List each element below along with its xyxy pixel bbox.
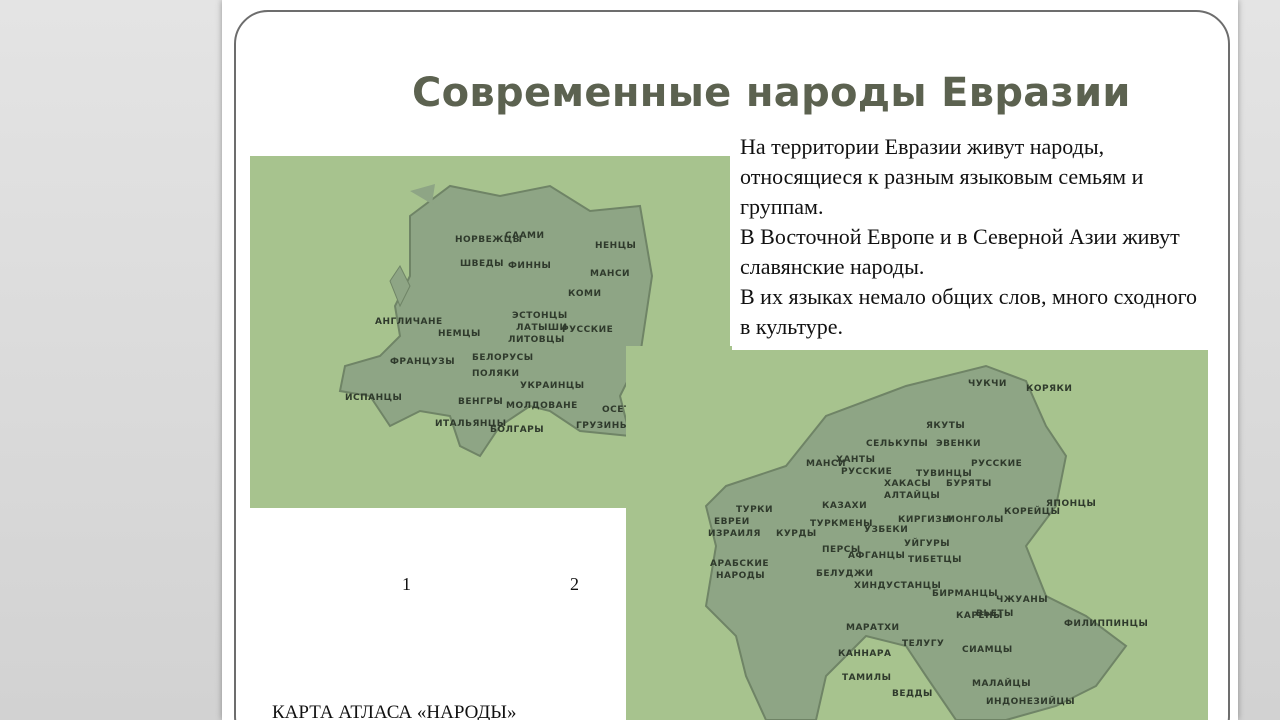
svg-text:ЕВРЕИ: ЕВРЕИ — [714, 517, 750, 527]
svg-text:ИЗРАИЛЯ: ИЗРАИЛЯ — [708, 529, 761, 539]
svg-text:КОРЕЙЦЫ: КОРЕЙЦЫ — [1004, 505, 1060, 517]
svg-text:РУССКИЕ: РУССКИЕ — [562, 325, 613, 335]
svg-text:ЧУКЧИ: ЧУКЧИ — [968, 379, 1007, 389]
svg-text:СИАМЦЫ: СИАМЦЫ — [962, 645, 1013, 655]
svg-text:УЗБЕКИ: УЗБЕКИ — [864, 525, 908, 535]
svg-text:БЕЛОРУСЫ: БЕЛОРУСЫ — [472, 353, 534, 363]
svg-text:КАЗАХИ: КАЗАХИ — [822, 501, 867, 511]
svg-text:ТАМИЛЫ: ТАМИЛЫ — [842, 673, 891, 683]
svg-text:БУРЯТЫ: БУРЯТЫ — [946, 479, 992, 489]
svg-text:АНГЛИЧАНЕ: АНГЛИЧАНЕ — [375, 317, 443, 327]
svg-text:ШВЕДЫ: ШВЕДЫ — [460, 259, 504, 269]
svg-text:ХАКАСЫ: ХАКАСЫ — [884, 479, 931, 489]
svg-text:КАРЕНЫ: КАРЕНЫ — [956, 611, 1003, 621]
svg-text:МАРАТХИ: МАРАТХИ — [846, 623, 900, 633]
svg-text:КОРЯКИ: КОРЯКИ — [1026, 384, 1072, 394]
svg-text:АРАБСКИЕ: АРАБСКИЕ — [710, 559, 769, 569]
asia-landmass: ЧУКЧИ КОРЯКИ ЯКУТЫ ЭВЕНКИ СЕЛЬКУПЫ ХАНТЫ… — [704, 364, 1148, 720]
svg-text:ИНДОНЕЗИЙЦЫ: ИНДОНЕЗИЙЦЫ — [986, 695, 1075, 707]
svg-text:ВЕДДЫ: ВЕДДЫ — [892, 689, 933, 699]
svg-text:ФРАНЦУЗЫ: ФРАНЦУЗЫ — [390, 357, 455, 367]
svg-text:КИРГИЗЫ: КИРГИЗЫ — [898, 515, 952, 525]
svg-text:ТИБЕТЦЫ: ТИБЕТЦЫ — [908, 555, 962, 565]
svg-text:УКРАИНЦЫ: УКРАИНЦЫ — [520, 381, 585, 391]
caption-area — [250, 508, 626, 720]
paragraph-3: В их языках немало общих слов, много схо… — [740, 284, 1198, 339]
svg-text:АФГАНЦЫ: АФГАНЦЫ — [848, 551, 905, 561]
svg-text:КОМИ: КОМИ — [568, 289, 602, 299]
svg-text:НЕМЦЫ: НЕМЦЫ — [438, 329, 481, 339]
svg-text:ЧЖУАНЫ: ЧЖУАНЫ — [996, 595, 1048, 605]
svg-text:АЛТАЙЦЫ: АЛТАЙЦЫ — [884, 489, 940, 501]
svg-text:БЕЛУДЖИ: БЕЛУДЖИ — [816, 569, 874, 579]
svg-text:ЛИТОВЦЫ: ЛИТОВЦЫ — [508, 335, 565, 345]
svg-text:ТЕЛУГУ: ТЕЛУГУ — [902, 639, 944, 649]
map-caption: КАРТА АТЛАСА «НАРОДЫ» — [272, 702, 517, 720]
svg-text:БОЛГАРЫ: БОЛГАРЫ — [490, 425, 544, 435]
svg-text:ФИННЫ: ФИННЫ — [508, 261, 551, 271]
map-number-2: 2 — [570, 574, 579, 594]
svg-text:МОЛДОВАНЕ: МОЛДОВАНЕ — [506, 401, 578, 411]
svg-text:ФИЛИППИНЦЫ: ФИЛИППИНЦЫ — [1064, 619, 1148, 629]
svg-text:ИСПАНЦЫ: ИСПАНЦЫ — [345, 393, 402, 403]
svg-text:КУРДЫ: КУРДЫ — [776, 529, 817, 539]
slide-text-box[interactable]: На территории Евразии живут народы, отно… — [732, 128, 1212, 350]
svg-text:РУССКИЕ: РУССКИЕ — [971, 459, 1022, 469]
paragraph-1: На территории Евразии живут народы, отно… — [740, 134, 1144, 219]
svg-text:ТУВИНЦЫ: ТУВИНЦЫ — [916, 469, 972, 479]
svg-text:МОНГОЛЫ: МОНГОЛЫ — [946, 515, 1004, 525]
svg-text:ВЕНГРЫ: ВЕНГРЫ — [458, 397, 503, 407]
svg-text:ЭВЕНКИ: ЭВЕНКИ — [936, 439, 981, 449]
svg-text:ЭСТОНЦЫ: ЭСТОНЦЫ — [512, 311, 568, 321]
svg-text:ПОЛЯКИ: ПОЛЯКИ — [472, 369, 519, 379]
svg-text:СЕЛЬКУПЫ: СЕЛЬКУПЫ — [866, 439, 928, 449]
svg-text:НЕНЦЫ: НЕНЦЫ — [595, 241, 636, 251]
paragraph-2: В Восточной Европе и в Северной Азии жив… — [740, 224, 1180, 279]
svg-text:РУССКИЕ: РУССКИЕ — [841, 467, 892, 477]
svg-text:ХИНДУСТАНЦЫ: ХИНДУСТАНЦЫ — [854, 581, 941, 591]
svg-text:ТУРКИ: ТУРКИ — [736, 505, 773, 515]
svg-text:НАРОДЫ: НАРОДЫ — [716, 571, 765, 581]
svg-text:ЯКУТЫ: ЯКУТЫ — [926, 421, 965, 431]
svg-text:БИРМАНЦЫ: БИРМАНЦЫ — [932, 589, 998, 599]
slide[interactable]: Современные народы Евразии НОРВЕЖЦЫ СААМ… — [222, 0, 1238, 720]
svg-text:УЙГУРЫ: УЙГУРЫ — [904, 537, 950, 549]
map-number-1: 1 — [402, 574, 411, 594]
svg-text:ЛАТЫШИ: ЛАТЫШИ — [516, 323, 568, 333]
svg-text:ГРУЗИНЫ: ГРУЗИНЫ — [576, 421, 630, 431]
svg-text:МАНСИ: МАНСИ — [590, 269, 630, 279]
svg-text:КАННАРА: КАННАРА — [838, 649, 891, 659]
svg-text:СААМИ: СААМИ — [505, 231, 545, 241]
map-asia[interactable]: ЧУКЧИ КОРЯКИ ЯКУТЫ ЭВЕНКИ СЕЛЬКУПЫ ХАНТЫ… — [626, 346, 1208, 720]
slide-title[interactable]: Современные народы Евразии — [412, 70, 1130, 116]
svg-text:МАЛАЙЦЫ: МАЛАЙЦЫ — [972, 677, 1031, 689]
